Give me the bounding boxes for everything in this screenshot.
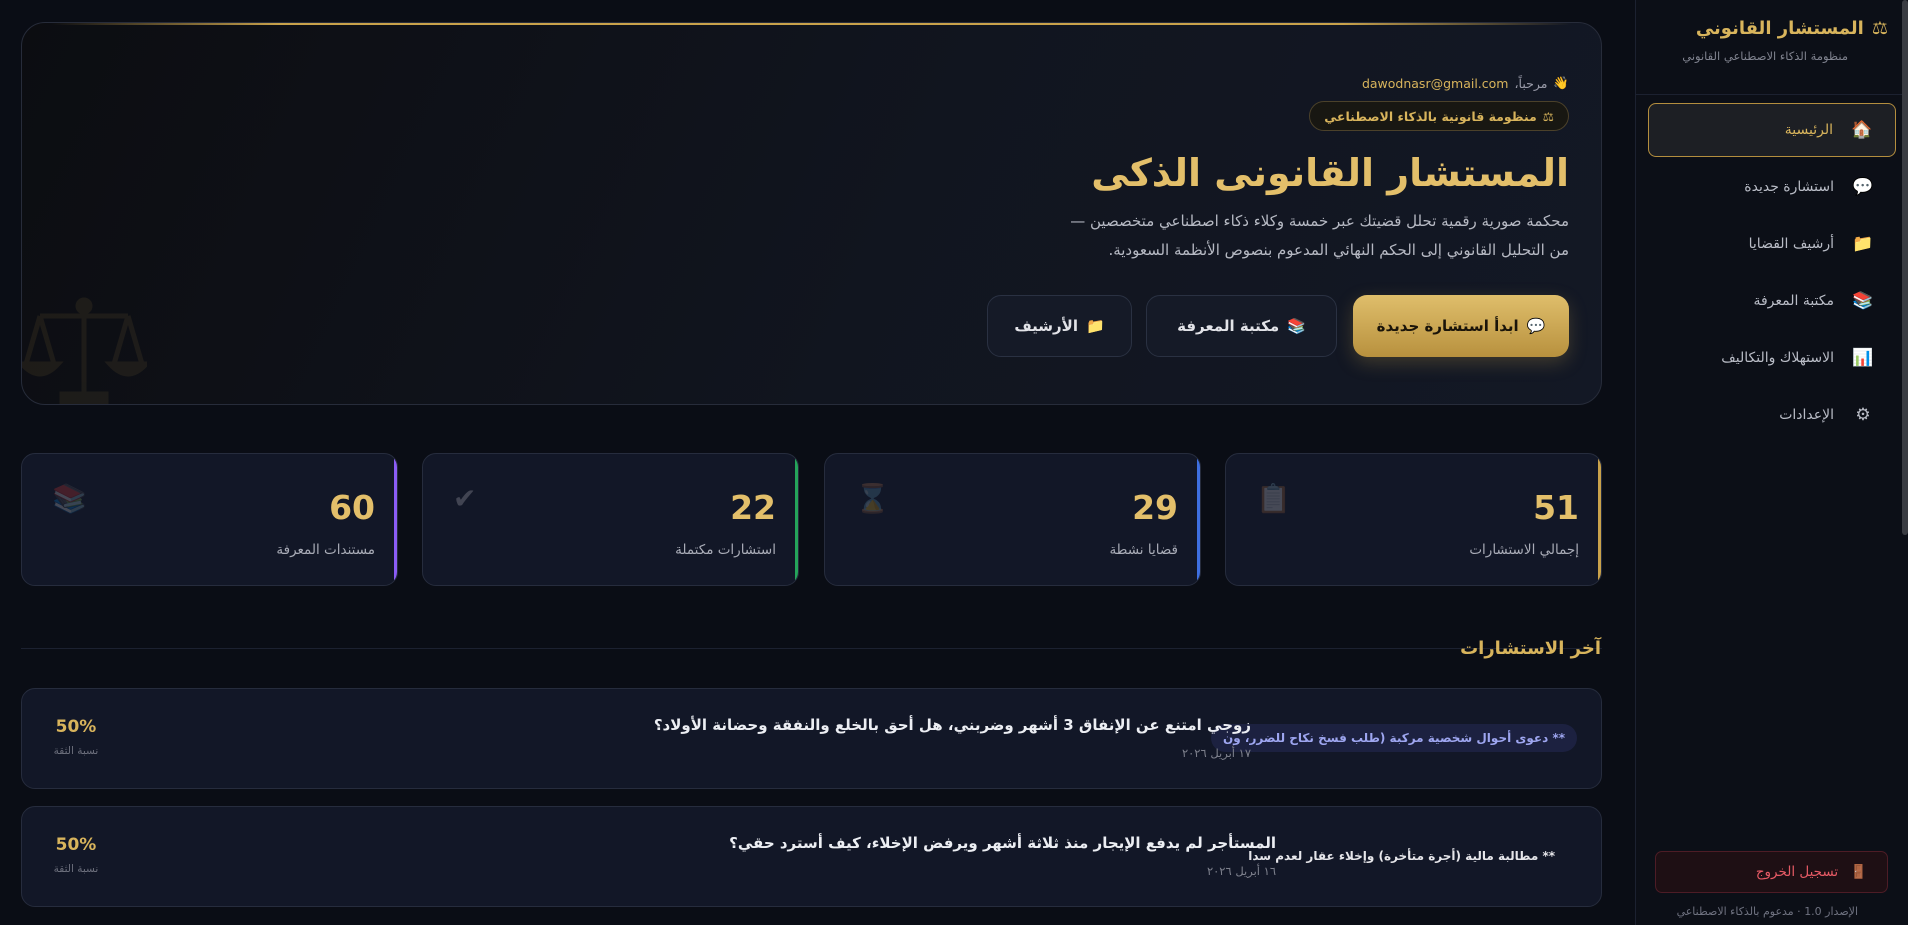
folder-icon: 📁 xyxy=(1086,317,1105,335)
section-divider xyxy=(21,648,1602,649)
sidebar-item-label: الرئيسية xyxy=(1784,122,1833,138)
wave-icon: 👋 xyxy=(1553,75,1569,90)
confidence-label: نسبة الثقة xyxy=(53,863,99,875)
stat-label: استشارات مكتملة xyxy=(675,542,776,558)
sidebar-item-usage-costs[interactable]: 📊 الاستهلاك والتكاليف xyxy=(1648,331,1896,385)
brand-subtitle: منظومة الذكاء الاصطناعي القانوني xyxy=(1682,49,1848,63)
archive-button[interactable]: 📁 الأرشيف xyxy=(987,295,1132,357)
sidebar-item-label: مكتبة المعرفة xyxy=(1753,293,1834,309)
logout-button[interactable]: 🚪 تسجيل الخروج xyxy=(1655,851,1888,893)
knowledge-library-label: مكتبة المعرفة xyxy=(1177,317,1280,335)
recent-consultations-title: آخر الاستشارات xyxy=(1460,638,1601,659)
greeting: 👋 مرحباً، dawodnasr@gmail.com xyxy=(1362,75,1569,91)
sidebar-item-label: الإعدادات xyxy=(1779,407,1834,423)
stat-total-consultations: 51 إجمالي الاستشارات 📋 xyxy=(1225,453,1602,586)
books-icon: 📚 xyxy=(1852,291,1874,311)
consultation-card[interactable]: ** مطالبة مالية (أجرة متأخرة) وإخلاء عقا… xyxy=(21,806,1602,907)
confidence-score: 50% نسبة الثقة xyxy=(52,717,100,757)
greeting-label: مرحباً، xyxy=(1514,75,1548,91)
knowledge-library-button[interactable]: 📚 مكتبة المعرفة xyxy=(1146,295,1337,357)
confidence-score: 50% نسبة الثقة xyxy=(52,835,100,875)
stat-value: 29 xyxy=(1132,488,1178,527)
consultation-question: المستأجر لم يدفع الإيجار منذ ثلاثة أشهر … xyxy=(729,834,1276,852)
new-consultation-label: ابدأ استشارة جديدة xyxy=(1376,317,1519,335)
stat-label: قضايا نشطة xyxy=(1109,542,1178,558)
brand: ⚖ المستشار القانوني منظومة الذكاء الاصطن… xyxy=(1636,0,1908,95)
stat-knowledge-docs: 60 مستندات المعرفة 📚 xyxy=(21,453,398,586)
hourglass-icon: ⌛ xyxy=(855,482,890,515)
stat-value: 60 xyxy=(329,488,375,527)
brand-title-text: المستشار القانوني xyxy=(1695,18,1864,39)
consultation-date: ١٧ أبريل ٢٠٢٦ xyxy=(1181,746,1251,760)
scales-icon: ⚖ xyxy=(1871,18,1888,39)
sidebar-item-knowledge-library[interactable]: 📚 مكتبة المعرفة xyxy=(1648,274,1896,328)
stat-label: مستندات المعرفة xyxy=(276,542,375,558)
confidence-value: 50% xyxy=(55,835,97,855)
logout-label: تسجيل الخروج xyxy=(1755,864,1839,880)
new-consultation-button[interactable]: 💬 ابدأ استشارة جديدة xyxy=(1353,295,1569,357)
chat-bubble-icon: 💬 xyxy=(1526,317,1546,335)
sidebar-item-new-consultation[interactable]: 💬 استشارة جديدة xyxy=(1648,160,1896,214)
stat-value: 51 xyxy=(1533,488,1579,527)
archive-label: الأرشيف xyxy=(1014,317,1078,335)
hero-description-line-1: محكمة صورية رقمية تحلل قضيتك عبر خمسة وك… xyxy=(1070,212,1569,230)
bar-chart-icon: 📊 xyxy=(1852,348,1874,368)
scales-watermark-icon xyxy=(22,297,147,404)
home-icon: 🏠 xyxy=(1851,120,1873,140)
consultation-date: ١٦ أبريل ٢٠٢٦ xyxy=(1206,864,1276,878)
stat-label: إجمالي الاستشارات xyxy=(1469,542,1579,558)
stat-value: 22 xyxy=(730,488,776,527)
confidence-label: نسبة الثقة xyxy=(53,745,99,757)
door-icon: 🚪 xyxy=(1850,864,1867,880)
sidebar-item-home[interactable]: 🏠 الرئيسية xyxy=(1648,103,1896,157)
books-icon: 📚 xyxy=(52,482,87,515)
scrollbar[interactable] xyxy=(1902,0,1908,535)
sidebar-item-label: أرشيف القضايا xyxy=(1748,236,1834,252)
case-type-badge: ** مطالبة مالية (أجرة متأخرة) وإخلاء عقا… xyxy=(1248,849,1555,863)
version-info: الإصدار 1.0 · مدعوم بالذكاء الاصطناعي xyxy=(1676,905,1858,918)
consultation-question: زوجي امتنع عن الإنفاق 3 أشهر وضربني، هل … xyxy=(653,716,1251,734)
checkmark-icon: ✔ xyxy=(453,482,477,515)
sidebar-nav: 🏠 الرئيسية 💬 استشارة جديدة 📁 أرشيف القضا… xyxy=(1636,95,1908,453)
sidebar-item-label: الاستهلاك والتكاليف xyxy=(1721,350,1834,366)
clipboard-icon: 📋 xyxy=(1256,482,1291,515)
consultation-card[interactable]: ** دعوى أحوال شخصية مركبة (طلب فسخ نكاح … xyxy=(21,688,1602,789)
gear-icon: ⚙ xyxy=(1855,405,1871,425)
brand-title[interactable]: ⚖ المستشار القانوني xyxy=(1656,18,1888,39)
sidebar-item-label: استشارة جديدة xyxy=(1744,179,1834,195)
sidebar: ⚖ المستشار القانوني منظومة الذكاء الاصطن… xyxy=(1635,0,1908,925)
confidence-value: 50% xyxy=(55,717,97,737)
hero-badge-label: منظومة قانونية بالذكاء الاصطناعي xyxy=(1324,108,1537,124)
hero-banner: 👋 مرحباً، dawodnasr@gmail.com ⚖ منظومة ق… xyxy=(21,22,1602,405)
case-type-badge: ** دعوى أحوال شخصية مركبة (طلب فسخ نكاح … xyxy=(1211,724,1577,752)
books-icon: 📚 xyxy=(1287,317,1306,335)
sidebar-item-case-archive[interactable]: 📁 أرشيف القضايا xyxy=(1648,217,1896,271)
user-email: dawodnasr@gmail.com xyxy=(1361,75,1509,91)
stat-active-cases: 29 قضايا نشطة ⌛ xyxy=(824,453,1201,586)
page-title: المستشار القانونى الذكى xyxy=(1091,151,1569,195)
chat-bubble-icon: 💬 xyxy=(1852,177,1874,197)
hero-accent-line xyxy=(52,23,1571,25)
scales-icon: ⚖ xyxy=(1542,108,1554,124)
folder-icon: 📁 xyxy=(1852,234,1874,254)
main-content: 👋 مرحباً، dawodnasr@gmail.com ⚖ منظومة ق… xyxy=(0,0,1635,925)
stat-completed-consultations: 22 استشارات مكتملة ✔ xyxy=(422,453,799,586)
hero-description: محكمة صورية رقمية تحلل قضيتك عبر خمسة وك… xyxy=(969,207,1569,265)
hero-badge: ⚖ منظومة قانونية بالذكاء الاصطناعي xyxy=(1309,101,1569,131)
hero-description-line-2: من التحليل القانوني إلى الحكم النهائي ال… xyxy=(1108,241,1569,259)
sidebar-item-settings[interactable]: ⚙ الإعدادات xyxy=(1648,388,1896,442)
